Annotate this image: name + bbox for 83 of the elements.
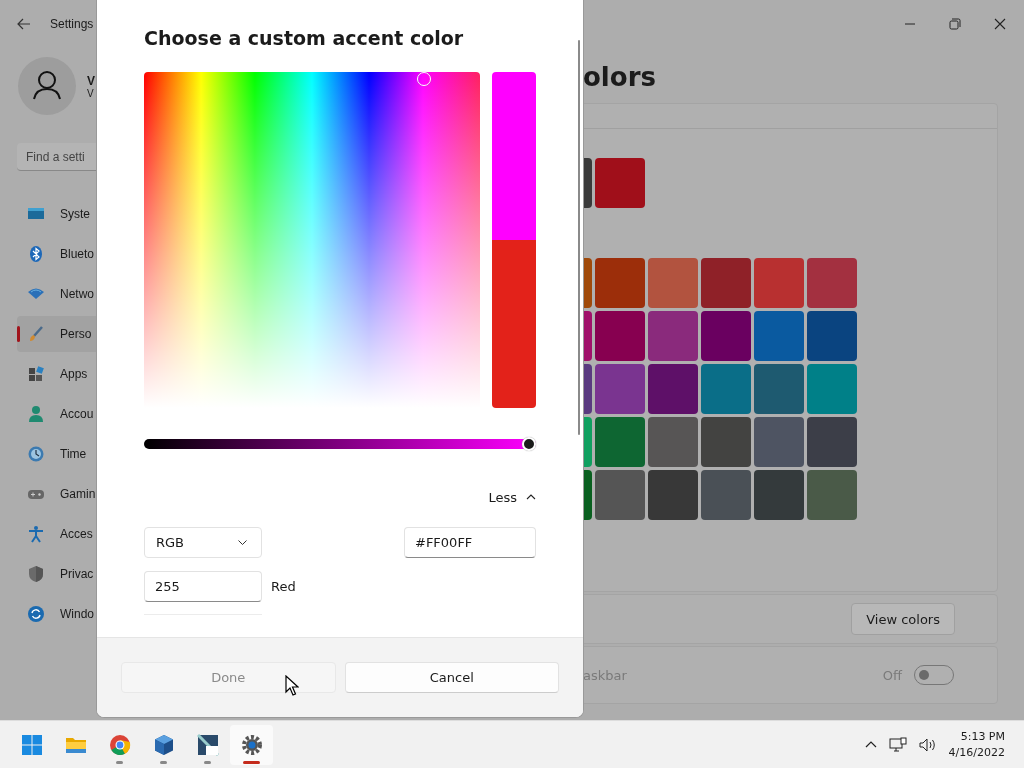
nav-item[interactable]: Apps [17,356,96,392]
color-swatch[interactable] [754,311,804,361]
nav-item[interactable]: Syste [17,196,96,232]
less-button[interactable]: Less [488,487,536,507]
close-icon[interactable] [994,18,1006,30]
window-badge-icon [196,733,219,756]
value-slider[interactable] [144,437,536,451]
start-icon [20,733,43,756]
color-swatch[interactable] [807,417,857,467]
color-swatch[interactable] [701,364,751,414]
scrollbar[interactable] [578,40,580,435]
color-swatch[interactable] [807,364,857,414]
search-field[interactable]: Find a setti [17,143,96,171]
color-swatch[interactable] [807,470,857,520]
selection-indicator [17,326,20,342]
brush-icon [27,325,45,343]
color-swatch[interactable] [807,258,857,308]
nav-item[interactable]: Acces [17,516,96,552]
nav-item[interactable]: Netwo [17,276,96,312]
nav-item[interactable]: Blueto [17,236,96,272]
running-indicator [204,760,211,764]
avatar-icon [18,57,76,115]
update-icon [27,605,45,623]
restore-icon[interactable] [949,18,961,30]
color-swatch[interactable] [648,364,698,414]
nav-item[interactable]: Privac [17,556,96,592]
color-swatch[interactable] [595,417,645,467]
color-swatch[interactable] [648,470,698,520]
user-email: V [87,87,95,99]
hex-field[interactable]: #FF00FF [404,527,536,558]
channel-field[interactable]: 255 [144,571,262,602]
network-icon[interactable] [888,736,907,753]
color-swatch[interactable] [595,158,645,208]
view-colors-button[interactable]: View colors [851,603,955,635]
clock[interactable]: 5:13 PM 4/16/2022 [948,728,1005,761]
color-swatch[interactable] [595,470,645,520]
nav-item[interactable]: Accou [17,396,96,432]
color-swatch[interactable] [648,258,698,308]
dialog-title: Choose a custom accent color [144,27,465,51]
color-swatch[interactable] [595,364,645,414]
color-swatch[interactable] [648,417,698,467]
color-swatch[interactable] [754,258,804,308]
nav-item[interactable]: Gamin [17,476,96,512]
cube-icon [152,733,175,756]
color-swatch[interactable] [754,470,804,520]
page-heading: olors [582,61,657,94]
channel-label: Red [271,579,296,594]
nav-item[interactable]: Time [17,436,96,472]
accessibility-icon [27,525,45,543]
color-swatch[interactable] [701,311,751,361]
color-swatch[interactable] [701,470,751,520]
gear-icon [240,733,263,756]
color-swatch[interactable] [701,417,751,467]
browser-icon [108,733,131,756]
color-swatch[interactable] [648,311,698,361]
apps-icon [27,365,45,383]
color-swatch[interactable] [701,258,751,308]
clock-icon [27,445,45,463]
mouse-pointer-icon [285,675,299,697]
chevron-down-icon [238,540,247,545]
nav-item[interactable]: Windo [17,596,96,632]
chevron-up-icon[interactable] [864,741,877,748]
running-indicator [116,760,123,764]
taskbar-button[interactable] [230,724,273,765]
volume-icon[interactable] [918,737,937,752]
color-swatch[interactable] [807,311,857,361]
caret-up-icon [526,494,536,500]
bluetooth-icon [27,245,45,263]
cancel-button[interactable]: Cancel [344,662,559,693]
shield-icon [27,565,45,583]
color-swatch[interactable] [754,417,804,467]
slider-thumb[interactable] [522,437,536,451]
color-swatch[interactable] [754,364,804,414]
color-swatch[interactable] [595,311,645,361]
back-icon[interactable] [17,18,31,30]
user-name: V [87,73,96,88]
running-indicator [160,760,167,764]
color-model-dropdown[interactable]: RGB [144,527,262,558]
running-indicator [243,760,260,764]
color-swatch[interactable] [595,258,645,308]
window-title: Settings [50,17,94,31]
person-icon [27,405,45,423]
nav-item[interactable]: Perso [17,316,96,352]
